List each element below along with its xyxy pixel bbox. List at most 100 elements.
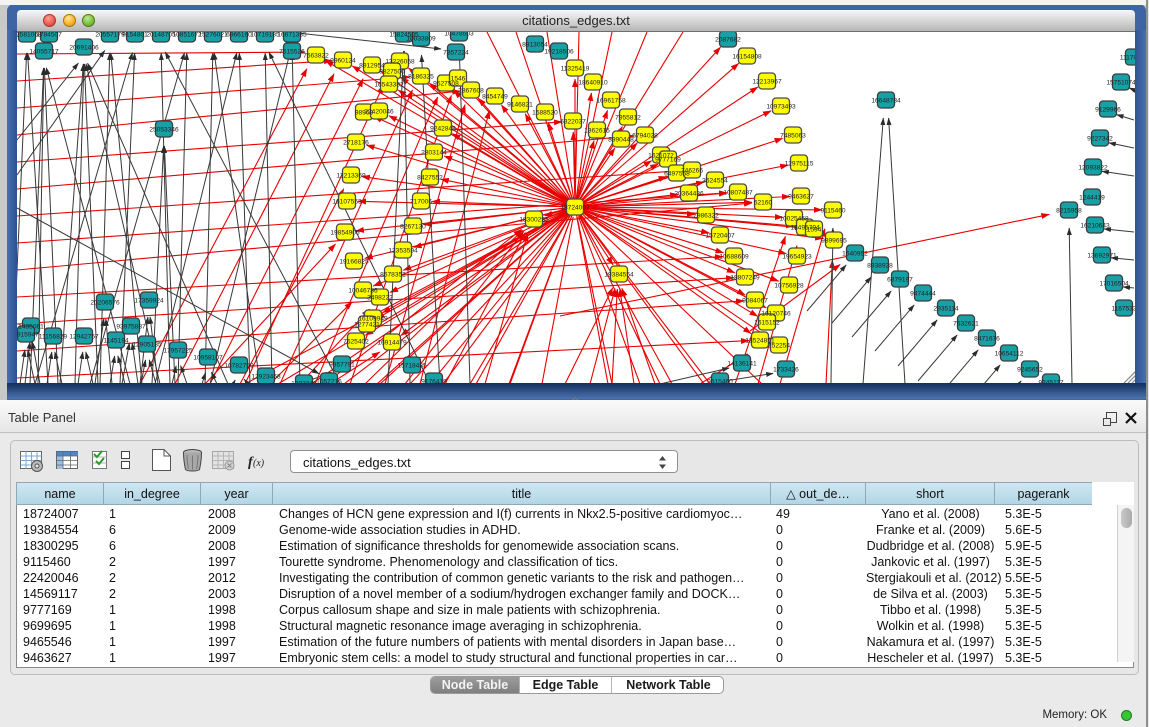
svg-text:2803144: 2803144: [421, 150, 447, 157]
svg-text:1057216: 1057216: [316, 379, 342, 384]
svg-text:8578352: 8578352: [380, 272, 406, 279]
svg-text:15720407: 15720407: [705, 233, 735, 240]
svg-text:8454749: 8454749: [482, 94, 508, 101]
svg-text:11156829: 11156829: [39, 334, 68, 341]
svg-text:1167533: 1167533: [1111, 306, 1135, 313]
svg-text:9777169: 9777169: [655, 157, 681, 164]
svg-text:9857791: 9857791: [329, 362, 355, 369]
svg-text:9084067: 9084067: [742, 298, 768, 305]
svg-text:19654923: 19654923: [782, 254, 812, 261]
svg-text:746266: 746266: [681, 168, 703, 175]
svg-text:10046786: 10046786: [348, 288, 378, 295]
svg-text:9474444: 9474444: [910, 291, 936, 298]
svg-text:8813054: 8813054: [522, 42, 548, 49]
svg-text:8938928: 8938928: [867, 263, 893, 270]
svg-text:1362615: 1362615: [584, 128, 610, 135]
svg-text:16107553: 16107553: [332, 199, 362, 206]
svg-text:1292346: 1292346: [291, 381, 317, 384]
svg-text:1277421: 1277421: [354, 322, 380, 329]
svg-text:1640952: 1640952: [842, 251, 868, 258]
svg-text:16543382: 16543382: [374, 82, 404, 89]
svg-text:9463627: 9463627: [788, 194, 814, 201]
svg-text:20691406: 20691406: [69, 45, 99, 52]
svg-text:10719185: 10719185: [250, 32, 280, 39]
svg-text:9899695: 9899695: [821, 238, 847, 245]
svg-text:10654112: 10654112: [995, 351, 1024, 358]
svg-text:11170003: 11170003: [1120, 55, 1135, 62]
svg-text:9176418: 9176418: [421, 379, 447, 384]
svg-text:8215958: 8215958: [1056, 208, 1082, 215]
svg-text:12942757: 12942757: [69, 334, 99, 341]
svg-text:19854905: 19854905: [330, 230, 360, 237]
svg-text:8267130: 8267130: [400, 224, 426, 231]
svg-text:16648784: 16648784: [871, 98, 901, 105]
svg-text:9827500: 9827500: [379, 69, 405, 76]
svg-text:9154801: 9154801: [122, 32, 148, 39]
svg-text:15718485: 15718485: [397, 363, 427, 370]
svg-text:62160: 62160: [754, 200, 773, 207]
svg-text:3624554: 3624554: [702, 178, 728, 185]
svg-text:7986322: 7986322: [693, 213, 719, 220]
svg-text:19166825: 19166825: [339, 259, 369, 266]
svg-text:(x): (x): [253, 458, 265, 469]
svg-text:19384554: 19384554: [604, 272, 634, 279]
svg-text:252254: 252254: [768, 343, 790, 350]
svg-text:16671385: 16671385: [277, 32, 307, 39]
svg-text:13226058: 13226058: [385, 59, 415, 66]
svg-text:2867608: 2867608: [458, 88, 484, 95]
svg-text:12923468: 12923468: [251, 374, 281, 381]
svg-text:20364436: 20364436: [674, 191, 704, 198]
svg-text:10033809: 10033809: [406, 36, 436, 43]
svg-text:5322037: 5322037: [560, 119, 586, 126]
svg-text:93975887: 93975887: [116, 324, 146, 331]
svg-text:717006: 717006: [410, 199, 432, 206]
svg-text:9245117: 9245117: [1038, 380, 1064, 384]
svg-text:9960124: 9960124: [330, 58, 356, 65]
svg-text:12093822: 12093822: [1078, 165, 1108, 172]
svg-text:6794028: 6794028: [632, 133, 658, 140]
svg-text:6879197: 6879197: [887, 277, 913, 284]
svg-text:3915947: 3915947: [17, 332, 39, 339]
svg-text:1145194: 1145194: [103, 338, 129, 345]
svg-text:16914479: 16914479: [377, 340, 407, 347]
svg-text:1546: 1546: [451, 76, 466, 83]
svg-text:1615152: 1615152: [754, 320, 780, 327]
svg-text:14136141: 14136141: [727, 361, 757, 368]
svg-text:7632621: 7632621: [953, 321, 979, 328]
svg-text:10807487: 10807487: [723, 190, 753, 197]
svg-text:13692971: 13692971: [1087, 253, 1117, 260]
svg-text:16120746: 16120746: [761, 311, 791, 318]
svg-text:16961758: 16961758: [596, 98, 626, 105]
svg-text:2718176: 2718176: [343, 140, 369, 147]
svg-text:10025458: 10025458: [779, 216, 809, 223]
svg-text:18300295: 18300295: [519, 217, 549, 224]
svg-text:10756928: 10756928: [774, 283, 804, 290]
svg-text:16210643: 16210643: [1080, 223, 1110, 230]
svg-text:16782759: 16782759: [224, 363, 254, 370]
svg-text:8990448: 8990448: [608, 137, 634, 144]
svg-text:18807249: 18807249: [730, 275, 760, 282]
svg-text:9515460: 9515460: [707, 379, 733, 384]
svg-text:15751074: 15751074: [1106, 80, 1135, 87]
svg-text:9245652: 9245652: [1017, 367, 1043, 374]
svg-text:2935114: 2935114: [933, 306, 959, 313]
svg-text:7485063: 7485063: [780, 133, 806, 140]
svg-text:1588520: 1588520: [532, 110, 558, 117]
svg-text:12213369: 12213369: [336, 173, 366, 180]
svg-text:7663822: 7663822: [303, 53, 329, 60]
svg-text:9242848: 9242848: [430, 126, 456, 133]
svg-text:12975115: 12975115: [785, 161, 814, 168]
svg-text:18724007: 18724007: [560, 205, 590, 212]
svg-text:8427552: 8427552: [417, 175, 443, 182]
svg-text:22420046: 22420046: [364, 109, 394, 116]
svg-text:12905185: 12905185: [132, 342, 162, 349]
svg-text:1784507: 1784507: [36, 32, 62, 39]
svg-text:14055717: 14055717: [29, 49, 59, 56]
svg-text:1244419: 1244419: [1079, 195, 1105, 202]
svg-text:7515526: 7515526: [279, 49, 305, 56]
svg-text:17359924: 17359924: [134, 298, 164, 305]
svg-text:18640910: 18640910: [578, 80, 608, 87]
svg-text:25053346: 25053346: [149, 127, 179, 134]
svg-text:20206576: 20206576: [90, 300, 120, 307]
svg-text:10973493: 10973493: [766, 104, 796, 111]
